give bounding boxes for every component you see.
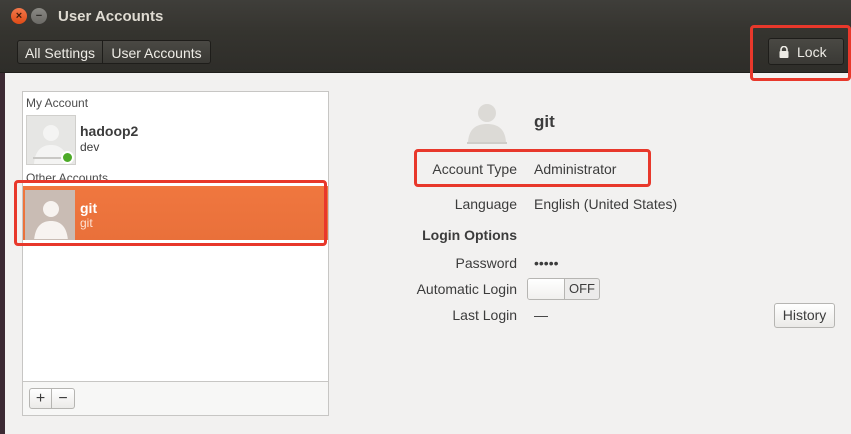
add-user-button[interactable]: + [29, 388, 52, 409]
detail-user-name[interactable]: git [534, 112, 555, 132]
breadcrumb-all-settings[interactable]: All Settings [17, 40, 103, 64]
highlight-box-git-user [14, 180, 327, 246]
password-value[interactable]: ••••• [534, 255, 559, 271]
user-subtitle-hadoop2: dev [80, 140, 100, 154]
last-login-value: — [534, 307, 548, 323]
switch-state-label: OFF [569, 281, 595, 296]
close-window-button[interactable]: × [11, 8, 27, 24]
detail-avatar[interactable] [463, 98, 511, 146]
language-value[interactable]: English (United States) [534, 196, 677, 212]
window-title: User Accounts [58, 8, 164, 25]
remove-user-button[interactable]: − [52, 388, 75, 409]
password-label: Password [455, 255, 517, 271]
default-user-icon [467, 104, 507, 144]
user-name-hadoop2[interactable]: hadoop2 [80, 123, 138, 139]
switch-knob[interactable] [528, 279, 565, 299]
automatic-login-label: Automatic Login [416, 281, 517, 297]
automatic-login-switch[interactable]: OFF [527, 278, 600, 300]
online-status-icon [61, 151, 74, 164]
my-account-heading: My Account [26, 96, 89, 110]
history-button[interactable]: History [774, 303, 835, 328]
highlight-box-account-type [414, 149, 651, 187]
breadcrumb-user-accounts[interactable]: User Accounts [103, 40, 211, 64]
minimize-window-button[interactable]: − [31, 8, 47, 24]
language-label: Language [454, 196, 517, 212]
highlight-box-lock [750, 25, 851, 81]
login-options-heading: Login Options [422, 227, 517, 243]
last-login-label: Last Login [452, 307, 517, 323]
